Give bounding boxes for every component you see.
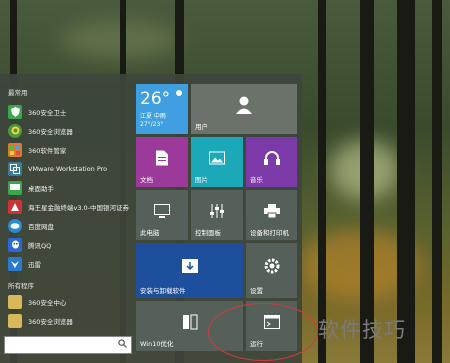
folder-icon xyxy=(8,313,22,328)
documents-tile[interactable]: 文档 xyxy=(136,137,188,187)
control-panel-tile[interactable]: 控制面板 xyxy=(191,190,243,240)
document-icon xyxy=(156,150,168,166)
settings-label: 设置 xyxy=(250,287,263,295)
pictures-label: 图片 xyxy=(195,176,208,184)
app-item-360-safe[interactable]: 360安全卫士 xyxy=(0,102,132,121)
app-item-vmware[interactable]: VMware Workstation Pro xyxy=(0,159,132,178)
finance-icon xyxy=(8,199,22,214)
user-tile[interactable]: 用户 xyxy=(191,84,297,134)
highlight-circle xyxy=(208,303,318,361)
app-item-baidu-netdisk[interactable]: 百度网盘 xyxy=(0,216,132,235)
app-label: 360软件管家 xyxy=(28,146,67,155)
app-item-360-browser[interactable]: 360安全浏览器 xyxy=(0,121,132,140)
this-pc-label: 此电脑 xyxy=(140,229,160,237)
music-label: 音乐 xyxy=(250,176,263,184)
user-label: 用户 xyxy=(195,123,208,131)
computer-icon xyxy=(154,204,170,218)
app-item-360-center[interactable]: 360安全中心 xyxy=(0,292,132,311)
install-uninstall-label: 安装与卸载软件 xyxy=(140,287,186,295)
browser-icon xyxy=(8,123,22,138)
sun-icon xyxy=(176,90,182,96)
weather-tile[interactable]: 26° 江夏 中雨 27°/23° xyxy=(136,84,188,134)
desktop-helper-icon xyxy=(8,180,22,195)
search-input[interactable] xyxy=(4,336,132,354)
app-item-thunder[interactable]: 迅雷 xyxy=(0,254,132,273)
qq-icon xyxy=(8,237,22,252)
music-tile[interactable]: 音乐 xyxy=(246,137,297,187)
this-pc-tile[interactable]: 此电脑 xyxy=(136,190,188,240)
vmware-icon xyxy=(8,161,22,176)
headphones-icon xyxy=(263,151,280,165)
pictures-tile[interactable]: 图片 xyxy=(191,137,243,187)
win10-optimize-label: Win10优化 xyxy=(140,340,174,348)
devices-printers-tile[interactable]: 设备和打印机 xyxy=(246,190,297,240)
user-icon xyxy=(236,96,252,114)
app-item-desktop-helper[interactable]: 桌面助手 xyxy=(0,178,132,197)
app-label: 桌面助手 xyxy=(28,184,54,193)
app-label: 360安全卫士 xyxy=(28,108,67,117)
app-item-tencent-qq[interactable]: 腾讯QQ xyxy=(0,235,132,254)
printer-icon xyxy=(263,204,280,218)
section-all-programs: 所有程序 xyxy=(8,282,34,290)
app-label: 360安全浏览器 xyxy=(28,317,73,326)
devices-printers-label: 设备和打印机 xyxy=(250,229,289,237)
weather-range: 27°/23° xyxy=(140,121,164,128)
shield-icon xyxy=(8,104,22,119)
app-label: 腾讯QQ xyxy=(28,241,52,250)
app-item-finance-terminal[interactable]: 海王星金融终端v3.0-中国银河证券 xyxy=(0,197,132,216)
app-item-360-software[interactable]: 360软件管家 xyxy=(0,140,132,159)
folder-icon xyxy=(8,294,22,309)
picture-icon xyxy=(209,151,225,165)
app-label: 360安全中心 xyxy=(28,298,67,307)
app-label: 百度网盘 xyxy=(28,222,54,231)
section-recent: 最常用 xyxy=(8,89,28,97)
install-box-icon xyxy=(181,259,198,274)
documents-label: 文档 xyxy=(140,176,153,184)
gear-icon xyxy=(264,258,279,274)
app-label: 海王星金融终端v3.0-中国银河证券 xyxy=(28,203,130,212)
thunder-icon xyxy=(8,256,22,271)
app-item-360-browser-folder[interactable]: 360安全浏览器 xyxy=(0,311,132,330)
install-uninstall-tile[interactable]: 安装与卸载软件 xyxy=(136,243,243,298)
weather-condition: 江夏 中雨 xyxy=(140,113,166,120)
app-label: 迅雷 xyxy=(28,260,41,269)
cloud-icon xyxy=(8,218,22,233)
app-list: 最常用 360安全卫士 360安全浏览器 360软件管家 VMware Work… xyxy=(0,74,132,363)
weather-info: 江夏 中雨 27°/23° xyxy=(140,113,166,129)
weather-temperature: 26° xyxy=(140,89,171,109)
app-label: 360安全浏览器 xyxy=(28,127,73,136)
sliders-icon xyxy=(210,204,224,218)
watermark: 软件技巧 xyxy=(318,318,406,342)
control-panel-label: 控制面板 xyxy=(195,229,221,237)
search-icon xyxy=(118,339,127,348)
app-label: VMware Workstation Pro xyxy=(28,164,108,173)
app-store-icon xyxy=(8,142,22,157)
settings-tile[interactable]: 设置 xyxy=(246,243,297,298)
book-icon xyxy=(182,314,197,330)
